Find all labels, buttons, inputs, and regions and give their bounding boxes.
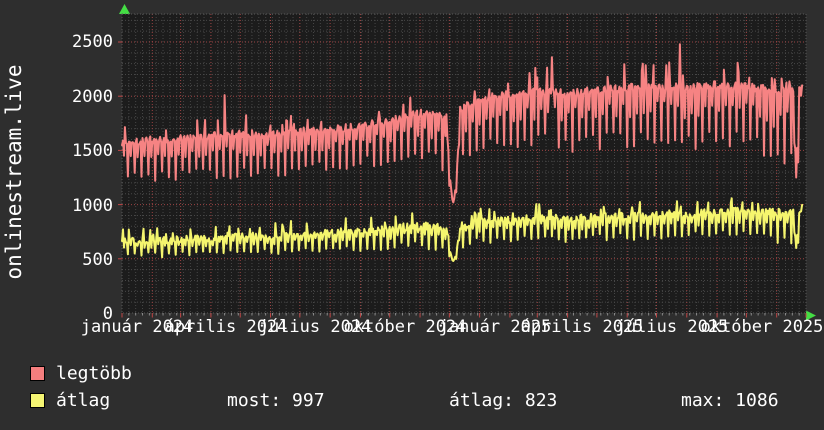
legend-swatch-legtobb: [30, 366, 45, 381]
stat-atlag: átlag: 823: [449, 391, 557, 411]
y-axis-label: 1500: [34, 141, 113, 161]
y-axis-label: 2500: [34, 32, 113, 52]
y-axis-label: 500: [34, 250, 113, 270]
legend-label-legtobb: legtöbb: [56, 364, 132, 384]
rrd-graph-page: onlinestream.live 2500 2000 1500 1000 50…: [0, 0, 824, 430]
stat-most: most: 997: [227, 391, 325, 411]
y-axis-label: 2000: [34, 87, 113, 107]
legend-swatch-atlag: [30, 393, 45, 408]
x-axis-label: október 2025: [701, 318, 824, 336]
chart-plot-area: [0, 0, 824, 346]
y-axis-label: 1000: [34, 196, 113, 216]
y-axis-arrow-icon: [119, 4, 130, 14]
stat-max: max: 1086: [681, 391, 779, 411]
legend-label-atlag: átlag: [56, 391, 110, 411]
